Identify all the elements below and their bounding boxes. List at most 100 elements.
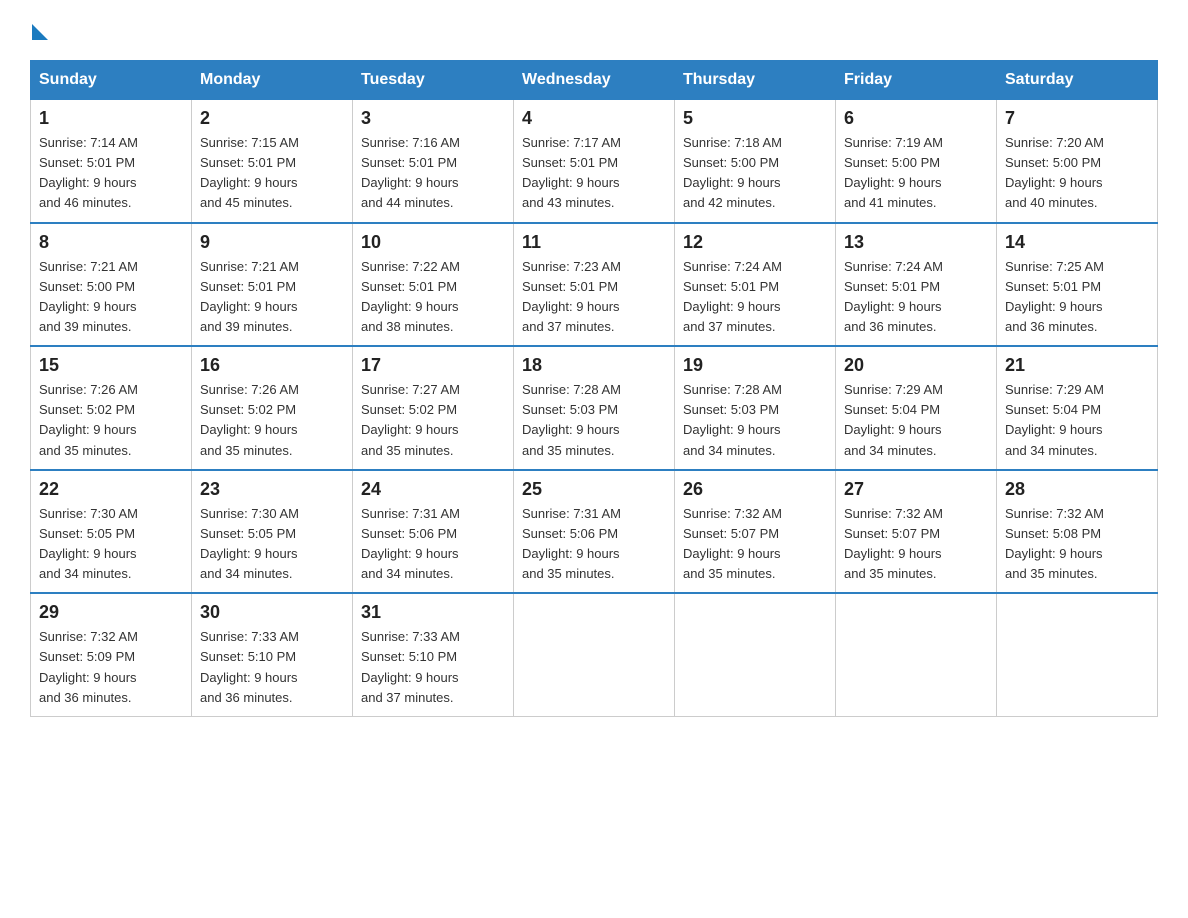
day-number: 27	[844, 479, 988, 500]
calendar-week-row: 8 Sunrise: 7:21 AMSunset: 5:00 PMDaylight…	[31, 223, 1158, 347]
calendar-cell: 25Sunrise: 7:31 AMSunset: 5:06 PMDayligh…	[514, 470, 675, 594]
calendar-cell: 7 Sunrise: 7:20 AMSunset: 5:00 PMDaylight…	[997, 100, 1158, 223]
logo	[30, 20, 48, 40]
calendar-cell: 19 Sunrise: 7:28 AMSunset: 5:03 PMDayligh…	[675, 346, 836, 470]
day-info: Sunrise: 7:26 AMSunset: 5:02 PMDaylight:…	[200, 380, 344, 461]
page-header	[30, 20, 1158, 40]
calendar-header-row: SundayMondayTuesdayWednesdayThursdayFrid…	[31, 61, 1158, 100]
day-number: 8	[39, 232, 183, 253]
calendar-cell: 20 Sunrise: 7:29 AMSunset: 5:04 PMDayligh…	[836, 346, 997, 470]
day-number: 23	[200, 479, 344, 500]
day-number: 10	[361, 232, 505, 253]
day-number: 29	[39, 602, 183, 623]
day-number: 3	[361, 108, 505, 129]
day-info: Sunrise: 7:22 AMSunset: 5:01 PMDaylight:…	[361, 257, 505, 338]
day-number: 7	[1005, 108, 1149, 129]
calendar-cell: 3 Sunrise: 7:16 AMSunset: 5:01 PMDaylight…	[353, 100, 514, 223]
column-header-thursday: Thursday	[675, 61, 836, 100]
calendar-cell: 14Sunrise: 7:25 AMSunset: 5:01 PMDayligh…	[997, 223, 1158, 347]
calendar-cell: 8 Sunrise: 7:21 AMSunset: 5:00 PMDaylight…	[31, 223, 192, 347]
day-info: Sunrise: 7:19 AMSunset: 5:00 PMDaylight:…	[844, 133, 988, 214]
day-info: Sunrise: 7:26 AMSunset: 5:02 PMDaylight:…	[39, 380, 183, 461]
calendar-table: SundayMondayTuesdayWednesdayThursdayFrid…	[30, 60, 1158, 717]
calendar-cell: 10 Sunrise: 7:22 AMSunset: 5:01 PMDayligh…	[353, 223, 514, 347]
day-number: 2	[200, 108, 344, 129]
day-info: Sunrise: 7:30 AMSunset: 5:05 PMDaylight:…	[200, 504, 344, 585]
day-info: Sunrise: 7:28 AMSunset: 5:03 PMDaylight:…	[522, 380, 666, 461]
day-number: 15	[39, 355, 183, 376]
calendar-cell	[514, 593, 675, 716]
day-number: 16	[200, 355, 344, 376]
day-info: Sunrise: 7:29 AMSunset: 5:04 PMDaylight:…	[844, 380, 988, 461]
day-number: 31	[361, 602, 505, 623]
day-info: Sunrise: 7:16 AMSunset: 5:01 PMDaylight:…	[361, 133, 505, 214]
calendar-cell	[836, 593, 997, 716]
calendar-week-row: 22 Sunrise: 7:30 AMSunset: 5:05 PMDayligh…	[31, 470, 1158, 594]
calendar-cell: 16 Sunrise: 7:26 AMSunset: 5:02 PMDayligh…	[192, 346, 353, 470]
day-info: Sunrise: 7:33 AMSunset: 5:10 PMDaylight:…	[200, 627, 344, 708]
day-info: Sunrise: 7:28 AMSunset: 5:03 PMDaylight:…	[683, 380, 827, 461]
logo-triangle-icon	[32, 24, 48, 40]
day-info: Sunrise: 7:32 AMSunset: 5:09 PMDaylight:…	[39, 627, 183, 708]
day-info: Sunrise: 7:31 AMSunset: 5:06 PMDaylight:…	[522, 504, 666, 585]
day-info: Sunrise: 7:20 AMSunset: 5:00 PMDaylight:…	[1005, 133, 1149, 214]
day-info: Sunrise: 7:24 AMSunset: 5:01 PMDaylight:…	[844, 257, 988, 338]
day-info: Sunrise: 7:14 AMSunset: 5:01 PMDaylight:…	[39, 133, 183, 214]
day-info: Sunrise: 7:24 AMSunset: 5:01 PMDaylight:…	[683, 257, 827, 338]
day-info: Sunrise: 7:21 AMSunset: 5:01 PMDaylight:…	[200, 257, 344, 338]
day-info: Sunrise: 7:18 AMSunset: 5:00 PMDaylight:…	[683, 133, 827, 214]
day-number: 4	[522, 108, 666, 129]
day-info: Sunrise: 7:31 AMSunset: 5:06 PMDaylight:…	[361, 504, 505, 585]
day-number: 19	[683, 355, 827, 376]
day-info: Sunrise: 7:32 AMSunset: 5:07 PMDaylight:…	[683, 504, 827, 585]
calendar-cell: 18 Sunrise: 7:28 AMSunset: 5:03 PMDayligh…	[514, 346, 675, 470]
day-info: Sunrise: 7:29 AMSunset: 5:04 PMDaylight:…	[1005, 380, 1149, 461]
day-info: Sunrise: 7:25 AMSunset: 5:01 PMDaylight:…	[1005, 257, 1149, 338]
day-number: 26	[683, 479, 827, 500]
calendar-cell: 15 Sunrise: 7:26 AMSunset: 5:02 PMDayligh…	[31, 346, 192, 470]
column-header-tuesday: Tuesday	[353, 61, 514, 100]
column-header-wednesday: Wednesday	[514, 61, 675, 100]
day-info: Sunrise: 7:33 AMSunset: 5:10 PMDaylight:…	[361, 627, 505, 708]
day-info: Sunrise: 7:23 AMSunset: 5:01 PMDaylight:…	[522, 257, 666, 338]
calendar-cell: 9 Sunrise: 7:21 AMSunset: 5:01 PMDaylight…	[192, 223, 353, 347]
calendar-cell: 5 Sunrise: 7:18 AMSunset: 5:00 PMDaylight…	[675, 100, 836, 223]
calendar-cell: 24Sunrise: 7:31 AMSunset: 5:06 PMDayligh…	[353, 470, 514, 594]
day-number: 17	[361, 355, 505, 376]
column-header-sunday: Sunday	[31, 61, 192, 100]
day-info: Sunrise: 7:21 AMSunset: 5:00 PMDaylight:…	[39, 257, 183, 338]
column-header-monday: Monday	[192, 61, 353, 100]
calendar-cell: 21 Sunrise: 7:29 AMSunset: 5:04 PMDayligh…	[997, 346, 1158, 470]
day-info: Sunrise: 7:17 AMSunset: 5:01 PMDaylight:…	[522, 133, 666, 214]
day-number: 22	[39, 479, 183, 500]
day-number: 6	[844, 108, 988, 129]
calendar-cell: 1 Sunrise: 7:14 AMSunset: 5:01 PMDaylight…	[31, 100, 192, 223]
calendar-cell: 17 Sunrise: 7:27 AMSunset: 5:02 PMDayligh…	[353, 346, 514, 470]
day-number: 1	[39, 108, 183, 129]
calendar-cell: 4 Sunrise: 7:17 AMSunset: 5:01 PMDaylight…	[514, 100, 675, 223]
calendar-cell: 31 Sunrise: 7:33 AMSunset: 5:10 PMDayligh…	[353, 593, 514, 716]
day-info: Sunrise: 7:32 AMSunset: 5:07 PMDaylight:…	[844, 504, 988, 585]
day-number: 20	[844, 355, 988, 376]
calendar-week-row: 15 Sunrise: 7:26 AMSunset: 5:02 PMDayligh…	[31, 346, 1158, 470]
calendar-cell: 26 Sunrise: 7:32 AMSunset: 5:07 PMDayligh…	[675, 470, 836, 594]
day-info: Sunrise: 7:27 AMSunset: 5:02 PMDaylight:…	[361, 380, 505, 461]
calendar-cell: 11 Sunrise: 7:23 AMSunset: 5:01 PMDayligh…	[514, 223, 675, 347]
day-number: 28	[1005, 479, 1149, 500]
calendar-cell: 6 Sunrise: 7:19 AMSunset: 5:00 PMDaylight…	[836, 100, 997, 223]
calendar-cell: 23 Sunrise: 7:30 AMSunset: 5:05 PMDayligh…	[192, 470, 353, 594]
day-number: 9	[200, 232, 344, 253]
day-number: 21	[1005, 355, 1149, 376]
day-number: 11	[522, 232, 666, 253]
calendar-cell: 28Sunrise: 7:32 AMSunset: 5:08 PMDayligh…	[997, 470, 1158, 594]
calendar-cell: 12Sunrise: 7:24 AMSunset: 5:01 PMDayligh…	[675, 223, 836, 347]
day-info: Sunrise: 7:30 AMSunset: 5:05 PMDaylight:…	[39, 504, 183, 585]
calendar-week-row: 29 Sunrise: 7:32 AMSunset: 5:09 PMDayligh…	[31, 593, 1158, 716]
calendar-cell	[675, 593, 836, 716]
day-number: 5	[683, 108, 827, 129]
day-number: 13	[844, 232, 988, 253]
day-number: 18	[522, 355, 666, 376]
calendar-cell	[997, 593, 1158, 716]
calendar-cell: 13 Sunrise: 7:24 AMSunset: 5:01 PMDayligh…	[836, 223, 997, 347]
column-header-friday: Friday	[836, 61, 997, 100]
